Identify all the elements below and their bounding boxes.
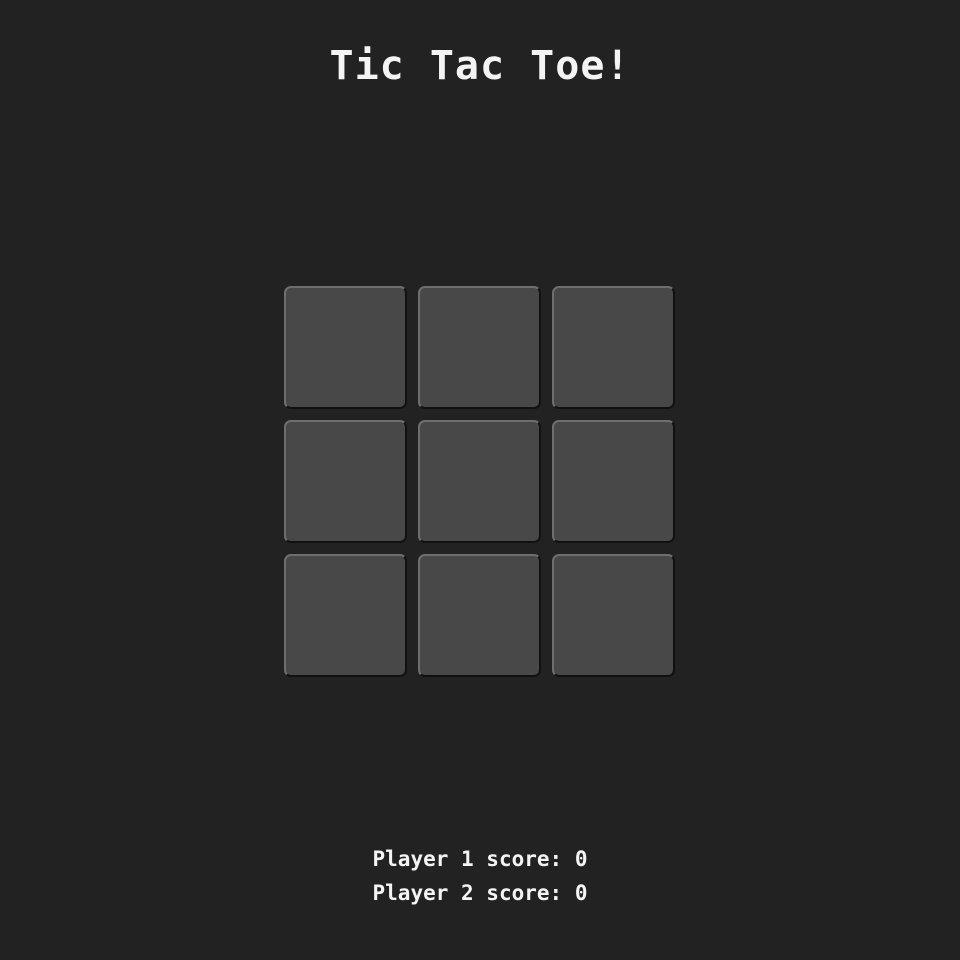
game-title: Tic Tac Toe!: [329, 43, 631, 89]
player-1-score: Player 1 score: 0: [0, 842, 960, 876]
board-cell-6[interactable]: [552, 420, 675, 543]
player-1-score-value: 0: [574, 847, 588, 871]
board-cell-7[interactable]: [284, 554, 407, 677]
game-board: [284, 286, 676, 678]
board-cell-1[interactable]: [284, 286, 407, 409]
player-2-score-label: Player 2 score:: [372, 881, 575, 905]
board-cell-2[interactable]: [418, 286, 541, 409]
board-cell-4[interactable]: [284, 420, 407, 543]
board-cell-8[interactable]: [418, 554, 541, 677]
board-cell-9[interactable]: [552, 554, 675, 677]
board-cell-3[interactable]: [552, 286, 675, 409]
board-cell-5[interactable]: [418, 420, 541, 543]
player-2-score: Player 2 score: 0: [0, 876, 960, 910]
scoreboard: Player 1 score: 0 Player 2 score: 0: [0, 842, 960, 910]
player-1-score-label: Player 1 score:: [372, 847, 575, 871]
player-2-score-value: 0: [574, 881, 588, 905]
